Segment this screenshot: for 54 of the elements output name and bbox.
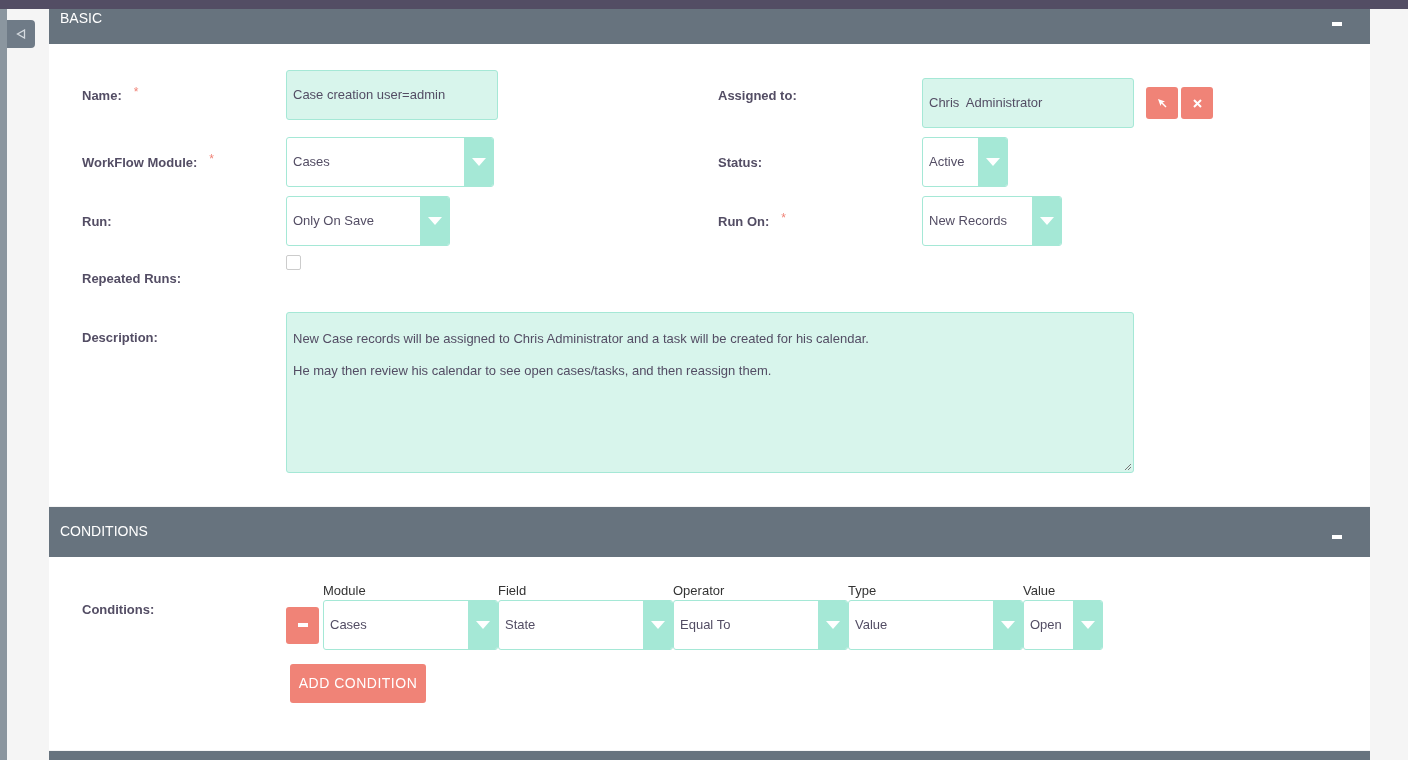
resize-handle-icon[interactable] bbox=[1124, 462, 1132, 471]
field-label: Run: bbox=[82, 213, 112, 231]
field-label: Status: bbox=[718, 154, 763, 172]
field-label: Name: bbox=[82, 87, 122, 105]
dropdown-arrow-icon bbox=[1000, 621, 1015, 629]
dropdown-arrow-icon bbox=[1080, 621, 1095, 629]
select-user-button[interactable] bbox=[1146, 87, 1178, 119]
dropdown-arrow-icon bbox=[427, 217, 442, 225]
pointer-icon bbox=[1157, 98, 1167, 108]
dropdown-arrow-icon bbox=[471, 158, 486, 166]
required-mark: * bbox=[209, 151, 214, 168]
required-mark: * bbox=[781, 210, 786, 227]
column-header: Field bbox=[498, 583, 527, 598]
field-label: WorkFlow Module: bbox=[82, 154, 198, 172]
field-label: Repeated Runs: bbox=[82, 270, 181, 288]
clear-button[interactable] bbox=[1181, 87, 1213, 119]
sidebar-toggle-button[interactable] bbox=[7, 20, 35, 48]
dropdown[interactable]: Equal To bbox=[673, 600, 848, 650]
remove-condition-button[interactable] bbox=[286, 606, 319, 644]
column-header: Operator bbox=[673, 583, 725, 598]
panel-title: CONDITIONS bbox=[60, 523, 148, 539]
panel-title: BASIC bbox=[60, 10, 102, 26]
dropdown-arrow-icon bbox=[475, 621, 490, 629]
field-label: Assigned to: bbox=[718, 87, 797, 105]
text-field[interactable]: Case creation user=admin bbox=[286, 70, 498, 120]
dropdown[interactable]: Open bbox=[1023, 600, 1103, 650]
collapse-left-icon bbox=[16, 29, 26, 39]
dropdown[interactable]: Value bbox=[848, 600, 1023, 650]
minus-icon bbox=[297, 623, 308, 627]
checkbox[interactable] bbox=[286, 255, 301, 270]
panel-header[interactable]: BASIC bbox=[49, 9, 1370, 44]
panel-header[interactable]: CONDITIONS bbox=[49, 507, 1370, 557]
dropdown-arrow-icon bbox=[650, 621, 665, 629]
minus-icon bbox=[1332, 22, 1342, 26]
field-label: Conditions: bbox=[82, 602, 155, 617]
description-field[interactable]: New Case records will be assigned to Chris Administrator and a task will be created for his calendar. He may then review his calendar to see open cases/tasks, and then reassign them. bbox=[286, 311, 1134, 473]
minus-icon bbox=[1332, 535, 1342, 539]
field-label: Run On: bbox=[718, 213, 770, 231]
dropdown[interactable]: New Records bbox=[922, 196, 1062, 246]
user-field[interactable]: Chris Administrator bbox=[922, 78, 1134, 128]
field-label: Description: bbox=[82, 328, 158, 347]
close-icon bbox=[1192, 98, 1202, 108]
dropdown[interactable]: State bbox=[498, 600, 673, 650]
dropdown-arrow-icon bbox=[825, 621, 840, 629]
required-mark: * bbox=[133, 84, 139, 101]
column-header: Module bbox=[323, 583, 366, 598]
column-header: Value bbox=[1023, 583, 1056, 598]
dropdown-arrow-icon bbox=[985, 158, 1000, 166]
dropdown[interactable]: Only On Save bbox=[286, 196, 450, 246]
dropdown-arrow-icon bbox=[1039, 217, 1054, 225]
column-header: Type bbox=[848, 583, 877, 598]
dropdown[interactable]: Active bbox=[922, 137, 1008, 187]
dropdown[interactable]: Cases bbox=[286, 137, 494, 187]
dropdown[interactable]: Cases bbox=[323, 600, 498, 650]
